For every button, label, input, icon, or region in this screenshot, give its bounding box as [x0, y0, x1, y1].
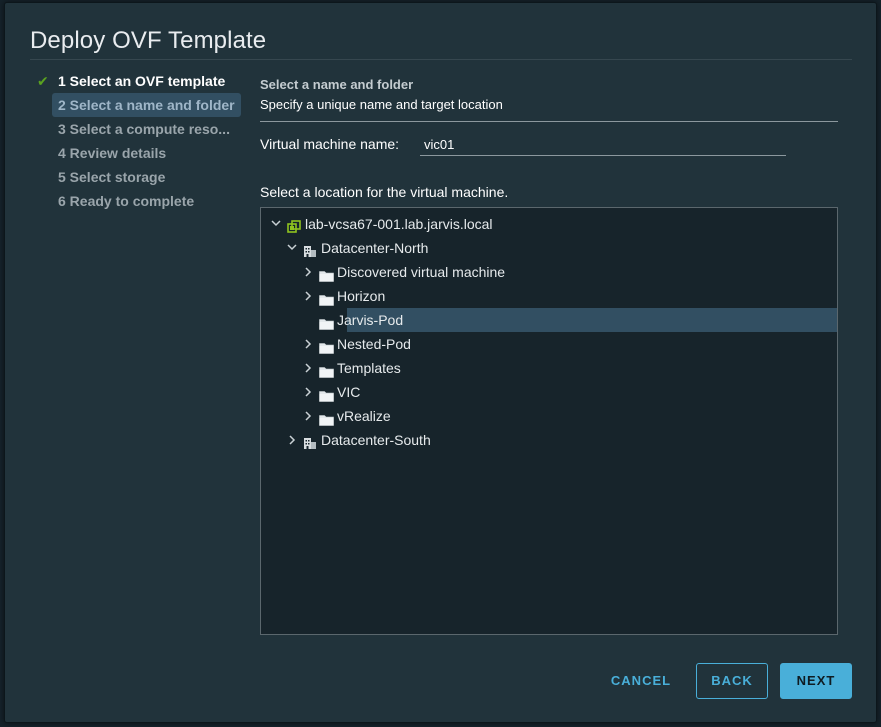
tree-node[interactable]: Nested-Pod — [261, 332, 837, 356]
folder-icon — [319, 265, 334, 282]
chevron-right-icon[interactable] — [301, 260, 315, 284]
chevron-down-icon[interactable] — [285, 236, 299, 260]
tree-node[interactable]: vRealize — [261, 404, 837, 428]
chevron-right-icon[interactable] — [301, 404, 315, 428]
tree-node-label: vRealize — [337, 408, 391, 424]
folder-icon — [319, 313, 334, 330]
deploy-ovf-dialog: Deploy OVF Template ✔ 1 Select an OVF te… — [4, 2, 877, 723]
step-3-compute-resource: 3 Select a compute reso... — [35, 117, 245, 141]
tree-node[interactable]: Jarvis-Pod — [261, 308, 837, 332]
wizard-steps: ✔ 1 Select an OVF template 2 Select a na… — [35, 69, 245, 213]
tree-node-label: VIC — [337, 384, 361, 400]
dialog-title: Deploy OVF Template — [30, 27, 267, 54]
step-6-ready-to-complete: 6 Ready to complete — [35, 189, 245, 213]
folder-icon — [319, 385, 334, 402]
chevron-right-icon[interactable] — [301, 380, 315, 404]
chevron-right-icon[interactable] — [301, 356, 315, 380]
section-subtitle: Specify a unique name and target locatio… — [260, 97, 503, 112]
folder-icon — [319, 289, 334, 306]
vcenter-icon — [287, 217, 301, 233]
step-label: 5 Select storage — [58, 169, 166, 185]
folder-icon — [319, 361, 334, 378]
step-5-select-storage: 5 Select storage — [35, 165, 245, 189]
section-title: Select a name and folder — [260, 77, 414, 92]
tree-node-label: Templates — [337, 360, 401, 376]
location-label: Select a location for the virtual machin… — [260, 184, 509, 200]
folder-icon — [319, 337, 334, 354]
chevron-right-icon[interactable] — [285, 428, 299, 452]
vm-name-label: Virtual machine name: — [260, 136, 400, 152]
datacenter-icon — [303, 241, 317, 257]
tree-node-label: Horizon — [337, 288, 386, 304]
checkmark-icon: ✔ — [37, 73, 49, 89]
chevron-right-icon[interactable] — [301, 284, 315, 308]
back-button[interactable]: BACK — [696, 663, 768, 699]
tree-node[interactable]: lab-vcsa67-001.lab.jarvis.local — [261, 212, 837, 236]
next-button[interactable]: NEXT — [780, 663, 852, 699]
step-label: 4 Review details — [58, 145, 167, 161]
step-label: 6 Ready to complete — [58, 193, 195, 209]
chevron-down-icon[interactable] — [269, 212, 283, 236]
vm-name-input[interactable] — [420, 134, 786, 156]
tree-node[interactable]: Templates — [261, 356, 837, 380]
vm-name-row: Virtual machine name: — [260, 134, 838, 174]
tree-node-label: lab-vcsa67-001.lab.jarvis.local — [305, 216, 493, 232]
tree-node-label: Nested-Pod — [337, 336, 411, 352]
tree-node[interactable]: Datacenter-South — [261, 428, 837, 452]
tree-node[interactable]: Datacenter-North — [261, 236, 837, 260]
step-content: Select a name and folder Specify a uniqu… — [260, 77, 838, 635]
selection-highlight — [347, 308, 837, 332]
step-2-name-folder[interactable]: 2 Select a name and folder — [52, 93, 241, 117]
step-1-select-ovf[interactable]: ✔ 1 Select an OVF template — [35, 69, 245, 93]
step-4-review-details: 4 Review details — [35, 141, 245, 165]
tree-node[interactable]: Horizon — [261, 284, 837, 308]
datacenter-icon — [303, 433, 317, 449]
folder-icon — [319, 409, 334, 426]
step-label: 2 Select a name and folder — [58, 97, 235, 113]
cancel-button[interactable]: CANCEL — [601, 663, 681, 699]
tree-node[interactable]: VIC — [261, 380, 837, 404]
step-label: 1 Select an OVF template — [58, 73, 226, 89]
tree-node-label: Datacenter-South — [321, 432, 431, 448]
tree-node-label: Jarvis-Pod — [337, 312, 404, 328]
tree-node[interactable]: Discovered virtual machine — [261, 260, 837, 284]
location-tree[interactable]: lab-vcsa67-001.lab.jarvis.local Datacente… — [260, 207, 838, 635]
section-divider — [260, 121, 838, 122]
tree-node-label: Datacenter-North — [321, 240, 429, 256]
step-label: 3 Select a compute reso... — [58, 121, 230, 137]
chevron-right-icon[interactable] — [301, 332, 315, 356]
tree-node-label: Discovered virtual machine — [337, 264, 506, 280]
title-divider — [30, 59, 852, 60]
